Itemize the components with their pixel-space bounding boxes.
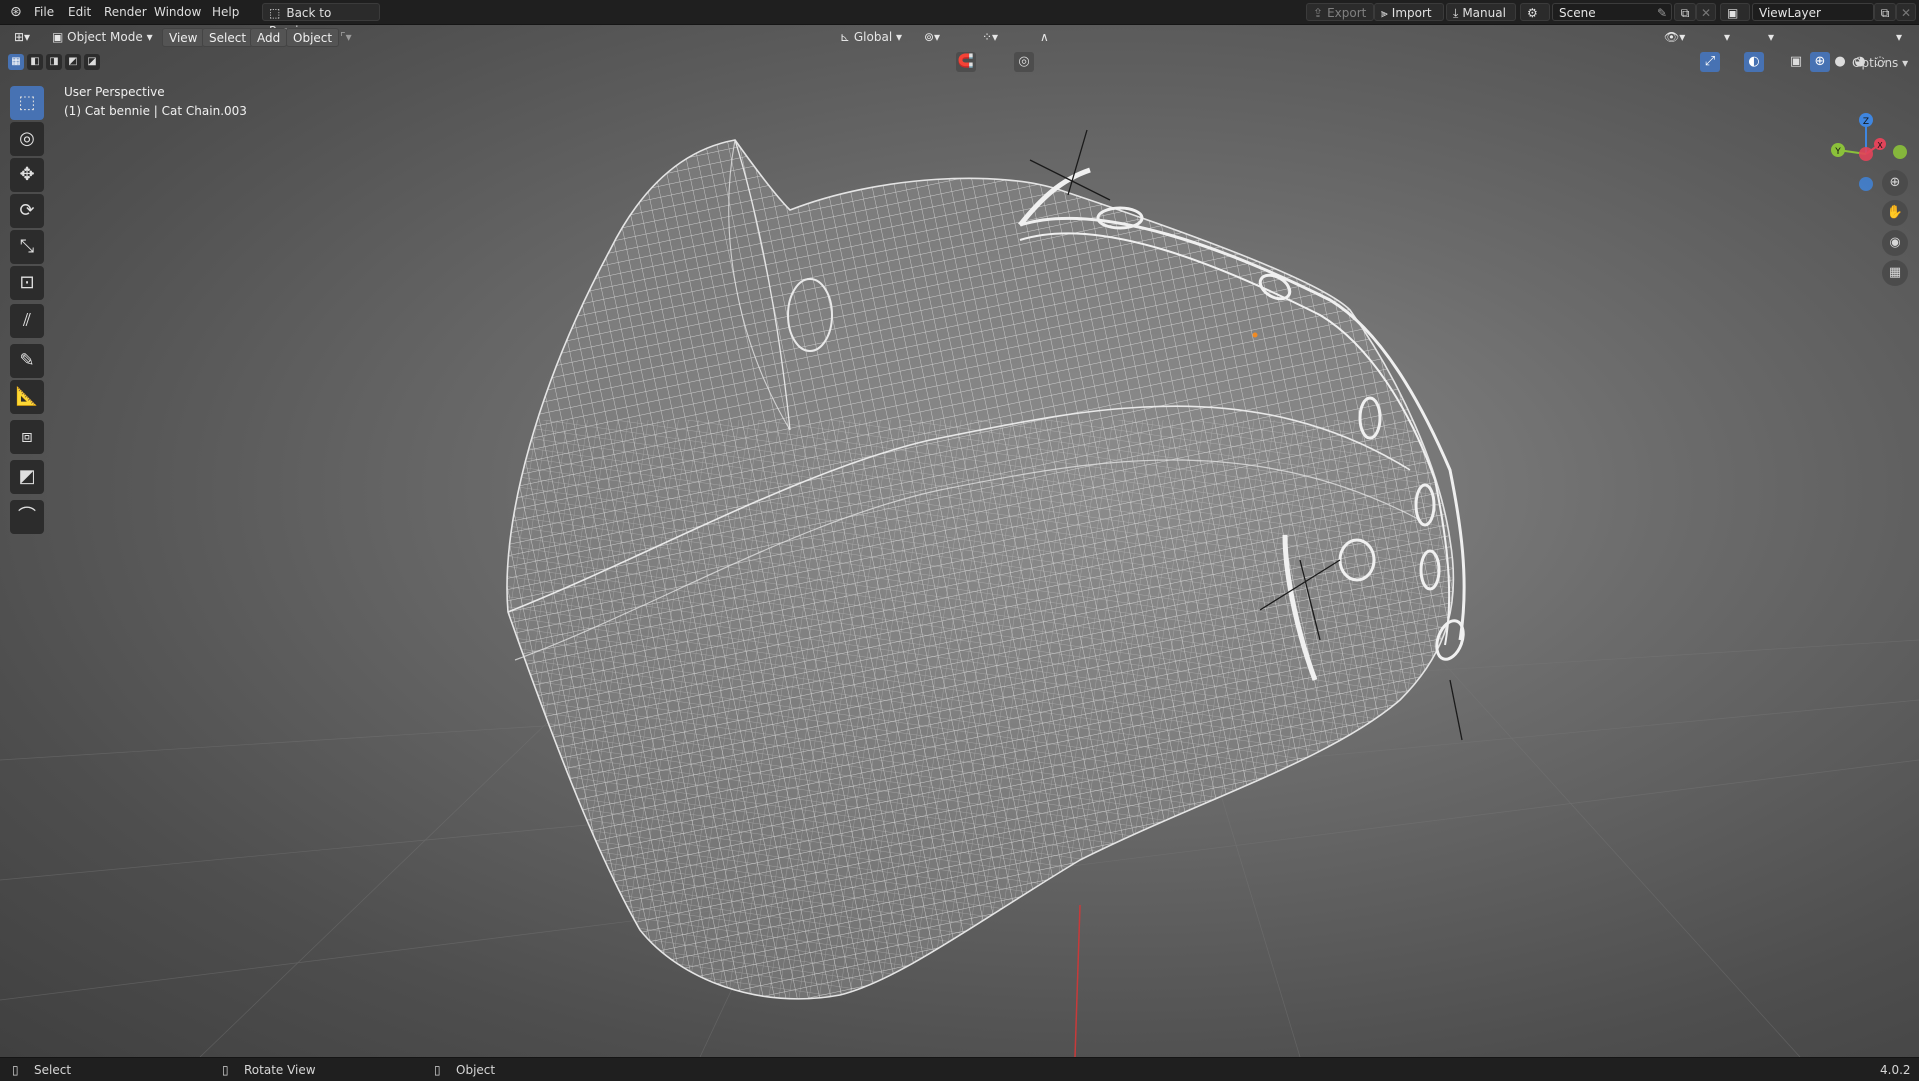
- status-bar: ▯ Select ▯ Rotate View ▯ Object 4.0.2: [0, 1057, 1919, 1081]
- manual-button[interactable]: ⤓ Manual: [1446, 3, 1516, 21]
- delete-scene-icon[interactable]: ✕: [1696, 3, 1716, 21]
- rotate-tool-icon[interactable]: ⟳: [10, 194, 44, 228]
- proportional-edit-icon[interactable]: ◎: [1014, 52, 1034, 72]
- pin-icon[interactable]: ✎: [1657, 4, 1667, 22]
- back-to-previous-button[interactable]: ⬚Back to Previous: [262, 3, 380, 38]
- active-object-label: (1) Cat bennie | Cat Chain.003: [64, 104, 247, 118]
- menu-help[interactable]: Help: [206, 3, 245, 21]
- measure-tool-icon[interactable]: 📐: [10, 380, 44, 414]
- delete-view-layer-icon[interactable]: ✕: [1896, 3, 1916, 21]
- editor-type-icon[interactable]: ⊞▾: [10, 28, 34, 47]
- view-menu[interactable]: View: [162, 28, 205, 47]
- cursor-tool-icon[interactable]: ◎: [10, 122, 44, 156]
- fullscreen-back-icon: ⬚: [269, 6, 281, 20]
- export-button[interactable]: ⇪ Export: [1306, 3, 1374, 21]
- status-select: Select: [34, 1063, 72, 1077]
- annotate-line-tool-icon[interactable]: ✎: [10, 344, 44, 378]
- tool-shelf: ⬚ ◎ ✥ ⟳ ⤡ ⊡ ⫽ ✎ 📐 ⧈ ◩ ⌒: [8, 86, 46, 540]
- origin-dot: [1252, 332, 1258, 338]
- shear-tool-icon[interactable]: ◩: [10, 460, 44, 494]
- add-menu[interactable]: Add: [250, 28, 288, 47]
- y-axis-label: Y: [1834, 147, 1841, 157]
- gizmos-dropdown-icon[interactable]: ▾: [1720, 28, 1734, 47]
- menu-window[interactable]: Window: [148, 3, 207, 21]
- pan-hand-icon[interactable]: ✋: [1882, 200, 1908, 226]
- move-tool-icon[interactable]: ✥: [10, 158, 44, 192]
- import-button[interactable]: ⫸ Import: [1374, 3, 1444, 21]
- zoom-icon[interactable]: ⊕: [1882, 170, 1908, 196]
- scale-tool-icon[interactable]: ⤡: [10, 230, 44, 264]
- wireframe-shading-icon[interactable]: ⊕: [1810, 52, 1830, 72]
- shading-dropdown-icon[interactable]: ▾: [1892, 28, 1906, 47]
- new-view-layer-icon[interactable]: ⧉: [1874, 3, 1896, 21]
- select-menu[interactable]: Select: [202, 28, 254, 47]
- menu-edit[interactable]: Edit: [62, 3, 97, 21]
- overlays-icon[interactable]: ◐: [1744, 52, 1764, 72]
- object-mode-dropdown[interactable]: ▣ Object Mode ▾: [48, 28, 157, 47]
- camera-view-icon[interactable]: ◉: [1882, 230, 1908, 256]
- viewport-scene: [0, 120, 1919, 1057]
- solid-shading-icon[interactable]: ●: [1830, 52, 1850, 72]
- options-dropdown[interactable]: Options ▾: [1848, 54, 1912, 73]
- import-icon: ⫸: [1381, 6, 1388, 20]
- download-icon: ⤓: [1453, 6, 1459, 20]
- gizmos-icon[interactable]: ⤢: [1700, 52, 1720, 72]
- object-menu[interactable]: Object: [286, 28, 340, 47]
- x-axis-label: X: [1877, 141, 1883, 150]
- version-label: 4.0.2: [1880, 1063, 1911, 1077]
- viewport-header: ⊞▾ ▣ Object Mode ▾ View Select Add Objec…: [0, 24, 1919, 72]
- menu-render[interactable]: Render: [98, 3, 153, 21]
- gizmo-toggle-icon[interactable]: ⌜▾: [336, 28, 356, 47]
- top-menu-bar: ⊛ File Edit Render Window Help ⬚ Back to …: [0, 0, 1919, 38]
- add-cube-tool-icon[interactable]: ⧈: [10, 420, 44, 454]
- transform-tool-icon[interactable]: ⊡: [10, 266, 44, 300]
- scene-name-field[interactable]: Scene ✎: [1552, 3, 1672, 21]
- snap-target-icon[interactable]: ⁘▾: [978, 28, 1002, 47]
- mouse-middle-icon: ▯: [222, 1063, 229, 1077]
- select-new-icon[interactable]: ▦: [8, 54, 24, 70]
- blender-logo-icon[interactable]: ⊛: [4, 3, 28, 21]
- orientation-icon: ⊾: [840, 30, 854, 44]
- cat-helmet-mesh[interactable]: [480, 120, 1480, 1020]
- select-extend-icon[interactable]: ◧: [27, 54, 43, 70]
- object-mode-icon: ▣: [52, 30, 68, 44]
- visibility-icon[interactable]: 👁▾: [1660, 28, 1689, 47]
- select-subtract-icon[interactable]: ◨: [46, 54, 62, 70]
- view-layer-icon[interactable]: ▣: [1720, 3, 1750, 21]
- perspective-label: User Perspective: [64, 85, 165, 99]
- select-box-tool-icon[interactable]: ⬚: [10, 86, 44, 120]
- orthographic-grid-icon[interactable]: ▦: [1882, 260, 1908, 286]
- z-axis-label: Z: [1863, 117, 1869, 127]
- select-invert-icon[interactable]: ◩: [65, 54, 81, 70]
- menu-file[interactable]: File: [28, 3, 60, 21]
- status-object: Object: [456, 1063, 496, 1077]
- scene-selector-icon[interactable]: ⚙: [1520, 3, 1550, 21]
- status-rotate-view: Rotate View: [244, 1063, 316, 1077]
- annotate-tool-icon[interactable]: ⫽: [10, 304, 44, 338]
- snap-icon[interactable]: 🧲: [956, 52, 976, 72]
- falloff-icon[interactable]: ∧: [1036, 28, 1053, 47]
- mouse-right-icon: ▯: [434, 1063, 441, 1077]
- view-layer-field[interactable]: ViewLayer: [1752, 3, 1874, 21]
- overlays-dropdown-icon[interactable]: ▾: [1764, 28, 1778, 47]
- xray-icon[interactable]: ▣: [1786, 52, 1806, 72]
- select-intersect-icon[interactable]: ◪: [84, 54, 100, 70]
- pivot-point-icon[interactable]: ⊚▾: [920, 28, 944, 47]
- mouse-left-icon: ▯: [12, 1063, 19, 1077]
- new-scene-icon[interactable]: ⧉: [1674, 3, 1696, 21]
- bend-tool-icon[interactable]: ⌒: [10, 500, 44, 534]
- transform-orientation-dropdown[interactable]: ⊾ Global ▾: [836, 28, 906, 47]
- 3d-viewport[interactable]: User Perspective (1) Cat bennie | Cat Ch…: [0, 24, 1919, 1057]
- x-axis-line: [1074, 904, 1081, 1057]
- export-icon: ⇪: [1313, 6, 1324, 20]
